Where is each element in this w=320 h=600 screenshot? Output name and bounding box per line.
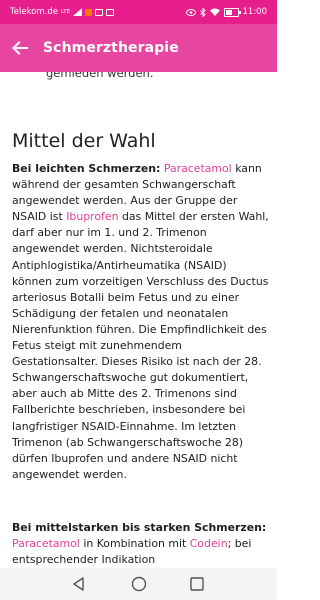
network-type: LTE <box>61 9 71 15</box>
back-button[interactable] <box>8 36 32 60</box>
bluetooth-icon <box>199 7 206 17</box>
nav-recents-button[interactable] <box>188 575 206 593</box>
app-bar: Schmerztherapie <box>0 24 277 72</box>
nav-back-button[interactable] <box>70 575 88 593</box>
notification-message-icon <box>95 8 104 16</box>
app-bar-title: Schmerztherapie <box>43 40 179 56</box>
section-heading: Mittel der Wahl <box>12 130 156 152</box>
paragraph-moderate-pain: Bei mittelstarken bis starken Schmerzen:… <box>12 520 270 568</box>
paragraph-text: in Kombination mit <box>83 537 187 551</box>
notification-app-icon <box>85 8 93 16</box>
link-ibuprofen[interactable]: Ibuprofen <box>66 210 118 223</box>
article-content[interactable]: gemieden werden. Mittel der Wahl Bei lei… <box>0 72 277 568</box>
paragraph-text: das Mittel der ersten Wahl, darf aber nu… <box>12 210 269 481</box>
link-paracetamol[interactable]: Paracetamol <box>12 537 80 550</box>
carrier-label: Telekom.de <box>10 7 58 17</box>
square-recents-icon <box>190 577 204 591</box>
wifi-icon <box>209 8 220 16</box>
signal-icon <box>73 8 83 16</box>
clock: 11:00 <box>242 7 268 17</box>
battery-icon <box>223 7 241 17</box>
status-bar: Telekom.de LTE 11:00 <box>0 0 277 24</box>
nav-home-button[interactable] <box>130 575 148 593</box>
paragraph-label: Bei leichten Schmerzen: <box>12 162 161 175</box>
paragraph-mild-pain: Bei leichten Schmerzen: Paracetamol kann… <box>12 161 270 483</box>
triangle-back-icon <box>73 577 84 591</box>
link-paracetamol[interactable]: Paracetamol <box>164 162 232 175</box>
link-codein[interactable]: Codein <box>190 537 228 550</box>
arrow-left-icon <box>12 41 28 55</box>
eye-icon <box>185 8 196 16</box>
paragraph-label: Bei mittelstarken bis starken Schmerzen: <box>12 521 267 534</box>
system-nav-bar <box>0 568 277 600</box>
status-right: 11:00 <box>185 0 268 24</box>
notification-mail-icon <box>106 8 115 16</box>
circle-home-icon <box>131 576 147 592</box>
status-left: Telekom.de LTE <box>10 0 115 24</box>
previous-paragraph-tail: gemieden werden. <box>46 72 154 80</box>
